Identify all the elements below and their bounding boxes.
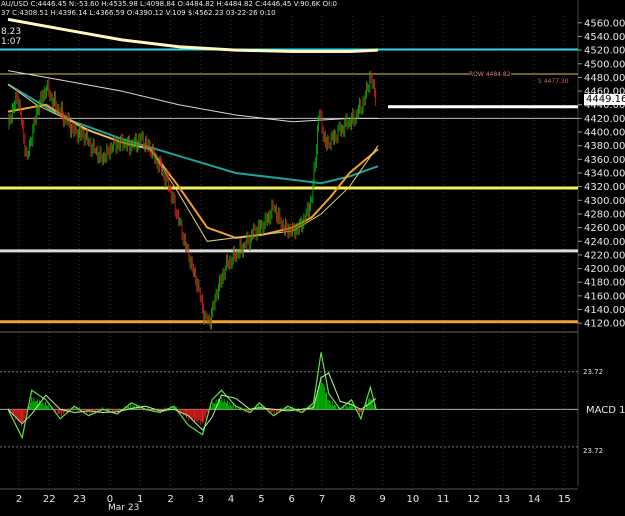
time-tick-label: 14 <box>528 494 541 505</box>
price-tick-label: 4200.00 <box>584 264 625 275</box>
price-tick-label: 4340.00 <box>584 169 625 180</box>
time-tick-label: 4 <box>228 494 234 505</box>
price-tick-label: 4160.00 <box>584 291 625 302</box>
price-tick-label: 4300.00 <box>584 196 625 207</box>
macd-label: MACD 1. <box>586 405 625 416</box>
price-tick-label: 4400.00 <box>584 128 625 139</box>
row-label: ROW 4484.82 <box>469 71 511 78</box>
price-tick-label: 4220.00 <box>584 250 625 261</box>
time-tick-label: 11 <box>437 494 450 505</box>
time-tick-label: 3 <box>198 494 204 505</box>
time-tick-label: 7 <box>319 494 325 505</box>
time-tick-label: 6 <box>289 494 295 505</box>
time-tick-label: 2 <box>167 494 173 505</box>
price-tick-label: 4480.00 <box>584 73 625 84</box>
time-tick-label: 13 <box>497 494 510 505</box>
time-tick-label: 8 <box>349 494 355 505</box>
time-tick-label: 22 <box>43 494 56 505</box>
overlay-value-b: 1:07 <box>1 37 22 47</box>
price-tick-label: 4540.00 <box>584 32 625 43</box>
date-label: Mar 23 <box>108 503 140 513</box>
price-tick-label: 4120.00 <box>584 319 625 330</box>
header-line2: 37 C:4308.51 H:4396.14 L:4366.59 O:4390.… <box>1 9 276 17</box>
time-tick-label: 10 <box>407 494 420 505</box>
time-tick-label: 2 <box>16 494 22 505</box>
price-tick-label: 4560.00 <box>584 18 625 29</box>
overlay-value-a: 8.23 <box>1 27 22 37</box>
time-tick-label: 12 <box>467 494 480 505</box>
macd-lower-level: 23.72 <box>583 447 604 455</box>
price-tick-label: 4320.00 <box>584 182 625 193</box>
last-price-box: 4449.16 <box>584 94 625 105</box>
time-tick-label: 9 <box>379 494 385 505</box>
price-tick-label: 4420.00 <box>584 114 625 125</box>
time-tick-label: 5 <box>258 494 264 505</box>
header-line1: AU/USD C:4446.45 N:-53.60 H:4535.98 L:40… <box>1 0 337 8</box>
time-tick-label: 23 <box>73 494 86 505</box>
price-tick-label: 4180.00 <box>584 278 625 289</box>
row-label-2: S 4477.30 <box>538 78 569 85</box>
price-tick-label: 4280.00 <box>584 209 625 220</box>
macd-upper-level: 23.72 <box>583 368 604 376</box>
price-tick-label: 4360.00 <box>584 155 625 166</box>
price-tick-label: 4520.00 <box>584 46 625 57</box>
price-tick-label: 4380.00 <box>584 141 625 152</box>
time-tick-label: 15 <box>558 494 571 505</box>
price-tick-label: 4500.00 <box>584 59 625 70</box>
price-chart[interactable]: 4560.004540.004520.004500.004480.004460.… <box>0 0 625 516</box>
price-tick-label: 4260.00 <box>584 223 625 234</box>
price-tick-label: 4140.00 <box>584 305 625 316</box>
price-tick-label: 4240.00 <box>584 237 625 248</box>
